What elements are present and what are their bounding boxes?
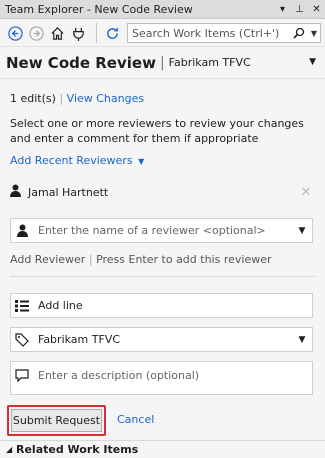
submit-request-button[interactable]: Submit Request [11, 409, 102, 432]
description-field[interactable]: Enter a description (optional) [10, 361, 313, 395]
search-input[interactable]: Search Work Items (Ctrl+') [128, 27, 290, 40]
add-recent-reviewers[interactable]: Add Recent Reviewers ▼ [10, 154, 144, 167]
toolbar-divider [96, 23, 97, 43]
code-review-form: 1 edit(s) | View Changes Select one or m… [0, 80, 325, 440]
add-reviewer-hint: Press Enter to add this reviewer [96, 253, 272, 266]
review-title-field[interactable]: Add line [10, 293, 313, 318]
close-icon[interactable]: ✕ [308, 1, 325, 18]
search-icon[interactable] [290, 24, 308, 42]
repository-select[interactable]: Fabrikam TFVC ▼ [10, 327, 313, 352]
reviewer-input[interactable]: Enter the name of a reviewer <optional> [33, 224, 292, 237]
reviewer-name-combobox[interactable]: Enter the name of a reviewer <optional> … [10, 218, 313, 243]
project-context[interactable]: Fabrikam TFVC [169, 56, 251, 69]
submit-request-highlight: Submit Request [7, 405, 106, 436]
forward-icon[interactable] [27, 24, 45, 42]
repository-value: Fabrikam TFVC [38, 333, 121, 346]
search-work-items-box[interactable]: Search Work Items (Ctrl+') ▼ [127, 23, 321, 43]
related-work-items-header[interactable]: Related Work Items [16, 443, 138, 456]
title-bar: Team Explorer - New Code Review ▾ ⊥ ✕ [0, 0, 325, 19]
remove-reviewer-icon[interactable]: ✕ [297, 185, 315, 200]
title-list-icon [11, 299, 33, 312]
window-title: Team Explorer - New Code Review [5, 2, 193, 16]
cancel-link[interactable]: Cancel [117, 413, 154, 426]
collapse-triangle-icon[interactable]: ◢ [0, 445, 16, 454]
reviewer-dropdown-icon[interactable]: ▼ [292, 226, 312, 236]
edit-count: 1 edit(s) [10, 92, 56, 105]
view-changes-link[interactable]: View Changes [67, 92, 144, 105]
person-icon [10, 184, 28, 200]
refresh-icon[interactable] [103, 24, 121, 42]
add-reviewer-row: Add Reviewer | Press Enter to add this r… [10, 253, 272, 266]
review-title-input[interactable]: Add line [33, 299, 312, 312]
add-reviewer-separator: | [88, 253, 93, 266]
add-reviewer-link[interactable]: Add Reviewer [10, 253, 85, 266]
window-menu-icon[interactable]: ▾ [274, 1, 291, 18]
add-recent-reviewers-link[interactable]: Add Recent Reviewers [10, 154, 133, 167]
person-icon [11, 224, 33, 237]
search-dropdown-icon[interactable]: ▼ [308, 24, 320, 42]
title-separator: | [159, 54, 165, 71]
page-header: New Code Review | Fabrikam TFVC ▼ [0, 47, 325, 79]
reviewer-item: Jamal Hartnett ✕ [10, 182, 315, 202]
tag-icon [11, 332, 33, 347]
page-title: New Code Review [6, 53, 156, 72]
chevron-down-icon[interactable]: ▼ [138, 157, 144, 166]
repository-dropdown-icon[interactable]: ▼ [292, 335, 312, 345]
connect-icon[interactable] [69, 24, 87, 42]
header-menu-icon[interactable]: ▼ [309, 57, 316, 67]
comment-icon [11, 362, 33, 382]
edits-separator: | [59, 92, 64, 105]
section-divider [10, 276, 315, 277]
edits-row: 1 edit(s) | View Changes [10, 92, 144, 105]
reviewer-name: Jamal Hartnett [28, 185, 109, 199]
toolbar: Search Work Items (Ctrl+') ▼ [0, 19, 325, 47]
pin-icon[interactable]: ⊥ [291, 1, 308, 18]
related-work-items-section[interactable]: ◢ Related Work Items [0, 440, 325, 458]
instructions-text: Select one or more reviewers to review y… [10, 117, 304, 145]
home-icon[interactable] [48, 24, 66, 42]
description-input[interactable]: Enter a description (optional) [33, 362, 312, 382]
back-icon[interactable] [6, 24, 24, 42]
